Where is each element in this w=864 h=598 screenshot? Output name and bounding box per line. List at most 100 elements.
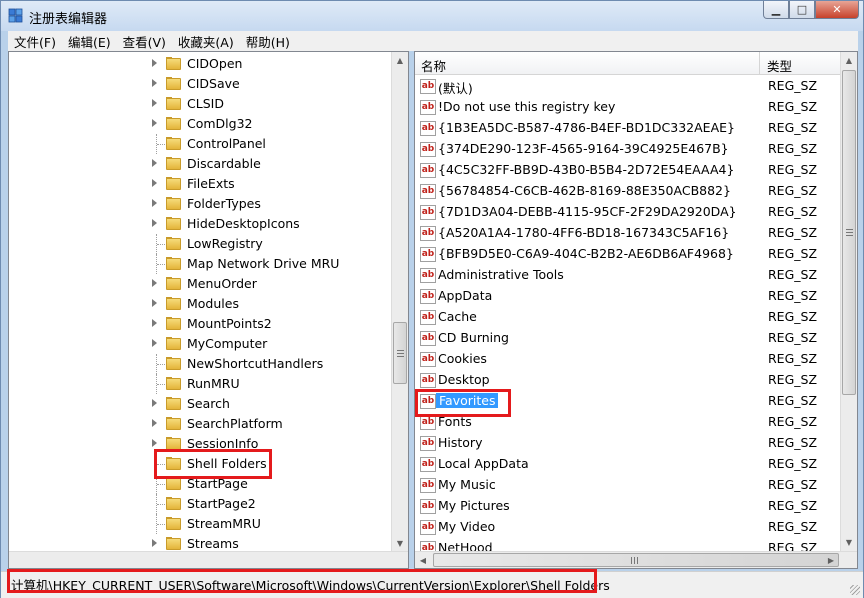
tree-item[interactable]: StreamMRU xyxy=(9,514,389,534)
tree-item[interactable]: ControlPanel xyxy=(9,134,389,154)
column-divider[interactable] xyxy=(759,52,760,74)
tree-item[interactable]: Discardable xyxy=(9,154,389,174)
value-row[interactable]: ab My Pictures REG_SZ xyxy=(415,496,841,517)
registry-editor-app-icon xyxy=(8,8,23,23)
value-row[interactable]: ab {7D1D3A04-DEBB-4115-95CF-2F29DA2920DA}… xyxy=(415,202,841,223)
value-row[interactable]: ab CD Burning REG_SZ xyxy=(415,328,841,349)
expand-arrow-icon[interactable] xyxy=(152,199,157,207)
value-type: REG_SZ xyxy=(768,246,818,261)
resize-grip-icon[interactable] xyxy=(850,585,860,595)
tree-item[interactable]: HideDesktopIcons xyxy=(9,214,389,234)
value-row[interactable]: ab Administrative Tools REG_SZ xyxy=(415,265,841,286)
tree-item[interactable]: SessionInfo xyxy=(9,434,389,454)
scroll-left-arrow-icon[interactable]: ◀ xyxy=(415,552,431,568)
tree-item[interactable]: StartPage2 xyxy=(9,494,389,514)
column-header-name[interactable]: 名称 xyxy=(421,56,446,75)
window-controls: ▁ □ ✕ xyxy=(763,1,859,21)
expand-arrow-icon[interactable] xyxy=(152,119,157,127)
expand-arrow-icon[interactable] xyxy=(152,439,157,447)
value-row[interactable]: ab Fonts REG_SZ xyxy=(415,412,841,433)
expand-arrow-icon[interactable] xyxy=(152,539,157,547)
expand-arrow-icon[interactable] xyxy=(152,59,157,67)
key-tree-pane[interactable]: CIDOpen CIDSave CLSID ComDlg32 ControlPanel D… xyxy=(8,51,409,569)
tree-item[interactable]: NewShortcutHandlers xyxy=(9,354,389,374)
value-row[interactable]: ab Favorites REG_SZ xyxy=(415,391,841,412)
value-row[interactable]: ab {56784854-C6CB-462B-8169-88E350ACB882}… xyxy=(415,181,841,202)
tree-item[interactable]: Modules xyxy=(9,294,389,314)
tree-item[interactable]: MyComputer xyxy=(9,334,389,354)
tree-item[interactable]: Search xyxy=(9,394,389,414)
expand-arrow-icon[interactable] xyxy=(152,99,157,107)
value-row[interactable]: ab {1B3EA5DC-B587-4786-B4EF-BD1DC332AEAE}… xyxy=(415,118,841,139)
expand-arrow-icon[interactable] xyxy=(152,179,157,187)
scroll-down-arrow-icon[interactable]: ▼ xyxy=(841,534,857,551)
menu-favorites[interactable]: 收藏夹(A) xyxy=(172,32,240,51)
tree-item-label: HideDesktopIcons xyxy=(187,216,300,231)
value-row[interactable]: ab Cookies REG_SZ xyxy=(415,349,841,370)
value-row[interactable]: ab {374DE290-123F-4565-9164-39C4925E467B}… xyxy=(415,139,841,160)
value-list-pane[interactable]: 名称 类型 ab (默认) REG_SZ ab !Do not use this reg… xyxy=(414,51,858,569)
close-button[interactable]: ✕ xyxy=(815,1,859,19)
value-name: (默认) xyxy=(438,81,473,96)
scroll-up-arrow-icon[interactable]: ▲ xyxy=(392,52,408,69)
tree-item-label: Map Network Drive MRU xyxy=(187,256,340,271)
tree-item[interactable]: ComDlg32 xyxy=(9,114,389,134)
column-header-type[interactable]: 类型 xyxy=(767,56,792,75)
tree-item[interactable]: StartPage xyxy=(9,474,389,494)
expand-arrow-icon[interactable] xyxy=(152,319,157,327)
expand-arrow-icon[interactable] xyxy=(152,399,157,407)
list-vertical-scrollbar[interactable]: ▲ ▼ xyxy=(840,52,857,551)
menu-edit[interactable]: 编辑(E) xyxy=(62,32,117,51)
tree-item[interactable]: Map Network Drive MRU xyxy=(9,254,389,274)
minimize-button[interactable]: ▁ xyxy=(763,1,789,19)
current-key-path: 计算机\HKEY_CURRENT_USER\Software\Microsoft… xyxy=(11,578,610,593)
value-row[interactable]: ab Cache REG_SZ xyxy=(415,307,841,328)
value-row[interactable]: ab My Video REG_SZ xyxy=(415,517,841,538)
tree-item[interactable]: LowRegistry xyxy=(9,234,389,254)
tree-item[interactable]: CIDSave xyxy=(9,74,389,94)
list-hscroll-thumb[interactable] xyxy=(433,553,839,567)
value-row[interactable]: ab History REG_SZ xyxy=(415,433,841,454)
tree-item[interactable]: CLSID xyxy=(9,94,389,114)
value-name: {4C5C32FF-BB9D-43B0-B5B4-2D72E54EAAA4} xyxy=(438,162,735,177)
expand-arrow-icon[interactable] xyxy=(152,279,157,287)
tree-item[interactable]: FileExts xyxy=(9,174,389,194)
scroll-up-arrow-icon[interactable]: ▲ xyxy=(841,52,857,69)
expand-arrow-icon[interactable] xyxy=(152,79,157,87)
expand-arrow-icon[interactable] xyxy=(152,159,157,167)
tree-item[interactable]: RunMRU xyxy=(9,374,389,394)
value-row[interactable]: ab My Music REG_SZ xyxy=(415,475,841,496)
tree-vertical-scrollbar[interactable]: ▲ ▼ xyxy=(391,52,408,552)
list-scroll-thumb[interactable] xyxy=(842,70,856,395)
value-row[interactable]: ab {BFB9D5E0-C6A9-404C-B2B2-AE6DB6AF4968}… xyxy=(415,244,841,265)
expand-arrow-icon[interactable] xyxy=(152,219,157,227)
list-horizontal-scrollbar[interactable]: ◀ ▶ xyxy=(415,551,857,568)
folder-icon xyxy=(166,157,182,170)
value-row[interactable]: ab (默认) REG_SZ xyxy=(415,76,841,97)
menu-view[interactable]: 查看(V) xyxy=(117,32,172,51)
tree-item[interactable]: MountPoints2 xyxy=(9,314,389,334)
tree-item[interactable]: SearchPlatform xyxy=(9,414,389,434)
expand-arrow-icon[interactable] xyxy=(152,299,157,307)
value-row[interactable]: ab AppData REG_SZ xyxy=(415,286,841,307)
scroll-right-arrow-icon[interactable]: ▶ xyxy=(823,552,839,568)
value-row[interactable]: ab Local AppData REG_SZ xyxy=(415,454,841,475)
tree-item[interactable]: FolderTypes xyxy=(9,194,389,214)
expand-arrow-icon[interactable] xyxy=(152,419,157,427)
tree-scroll-thumb[interactable] xyxy=(393,322,407,384)
value-row[interactable]: ab {A520A1A4-1780-4FF6-BD18-167343C5AF16}… xyxy=(415,223,841,244)
title-bar[interactable]: 注册表编辑器 ▁ □ ✕ xyxy=(1,1,863,31)
folder-icon xyxy=(166,217,182,230)
menu-help[interactable]: 帮助(H) xyxy=(240,32,296,51)
value-row[interactable]: ab Desktop REG_SZ xyxy=(415,370,841,391)
scroll-down-arrow-icon[interactable]: ▼ xyxy=(392,535,408,552)
maximize-button[interactable]: □ xyxy=(789,1,815,19)
expand-arrow-icon[interactable] xyxy=(152,339,157,347)
tree-horizontal-scrollbar[interactable] xyxy=(9,551,408,568)
tree-item[interactable]: Shell Folders xyxy=(9,454,389,474)
tree-item[interactable]: CIDOpen xyxy=(9,54,389,74)
value-row[interactable]: ab !Do not use this registry key REG_SZ xyxy=(415,97,841,118)
tree-item[interactable]: MenuOrder xyxy=(9,274,389,294)
menu-file[interactable]: 文件(F) xyxy=(8,32,62,51)
value-row[interactable]: ab {4C5C32FF-BB9D-43B0-B5B4-2D72E54EAAA4}… xyxy=(415,160,841,181)
